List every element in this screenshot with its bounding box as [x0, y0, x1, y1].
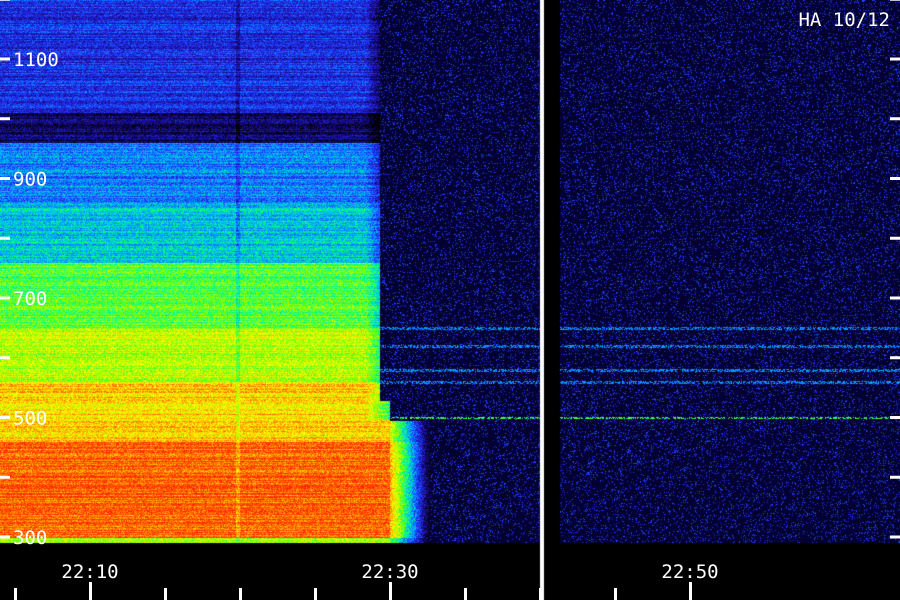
chart-overlay: 300 500 700 900 1100 22:10 22:30 22:50 HA 10/1…: [0, 0, 900, 600]
y-tick: [0, 416, 10, 419]
y-tick-label: 700: [13, 288, 47, 310]
y-tick-right: [890, 296, 900, 300]
y-minor-tick-right: [890, 475, 900, 479]
x-minor-tick: [164, 588, 167, 600]
y-minor-tick: [0, 356, 10, 360]
y-minor-tick: [0, 236, 10, 240]
x-major-tick: [689, 582, 692, 600]
y-tick-right: [890, 535, 900, 539]
chart-title: HA 10/12: [798, 9, 890, 31]
x-axis: 22:10 22:30 22:50: [14, 561, 719, 600]
y-tick-label: 900: [13, 169, 47, 191]
x-minor-tick: [614, 588, 617, 600]
y-tick: [0, 296, 10, 300]
y-tick: [0, 57, 10, 61]
y-tick-label: 300: [13, 527, 47, 549]
y-tick-label: 500: [13, 408, 47, 430]
y-tick-right: [890, 57, 900, 61]
x-minor-tick: [314, 588, 317, 600]
y-tick: [0, 535, 10, 539]
y-minor-tick: [0, 475, 10, 479]
y-axis-left: 300 500 700 900 1100: [0, 0, 59, 549]
x-tick-label: 22:50: [661, 561, 718, 583]
x-minor-tick: [464, 588, 467, 600]
x-minor-tick: [539, 588, 542, 600]
y-minor-tick-right: [890, 356, 900, 360]
y-minor-tick: [0, 0, 10, 1]
y-minor-tick: [0, 117, 10, 121]
y-minor-tick-right: [890, 0, 900, 1]
x-major-tick: [89, 582, 92, 600]
x-minor-tick: [14, 588, 17, 600]
y-minor-tick-right: [890, 236, 900, 240]
y-tick: [0, 177, 10, 180]
x-minor-tick: [239, 588, 242, 600]
x-tick-label: 22:10: [61, 561, 118, 583]
y-axis-right: [890, 0, 900, 539]
x-major-tick: [389, 582, 392, 600]
y-minor-tick-right: [890, 117, 900, 121]
y-tick-right: [890, 416, 900, 419]
y-tick-right: [890, 177, 900, 180]
y-tick-label: 1100: [13, 49, 59, 71]
x-tick-label: 22:30: [361, 561, 418, 583]
